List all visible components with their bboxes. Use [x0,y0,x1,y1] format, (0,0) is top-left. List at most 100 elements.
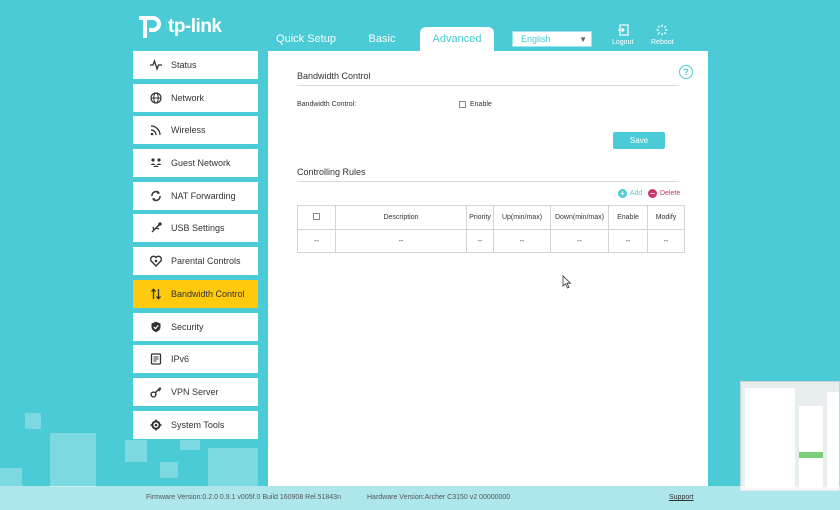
section-divider [297,85,679,86]
decor-square [25,413,41,429]
sidebar-item-label: NAT Forwarding [171,190,236,201]
delete-button[interactable]: − Delete [648,189,680,198]
guest-icon [149,156,163,170]
table-cell: -- [550,229,609,253]
section-title-controlling-rules: Controlling Rules [297,167,366,177]
wifi-icon [149,123,163,137]
tab-basic[interactable]: Basic [344,27,420,51]
globe-icon [149,91,163,105]
support-link[interactable]: Support [669,494,694,501]
table-cell: -- [493,229,551,253]
sidebar-item-security[interactable]: Security [133,312,258,341]
ipv6-icon [149,352,163,366]
col-description: Description [335,205,467,230]
table-cell: -- [647,229,685,253]
reboot-label: Reboot [651,39,674,46]
tplink-logo-icon [133,12,163,42]
usb-icon [149,221,163,235]
tab-quick-setup[interactable]: Quick Setup [268,27,344,51]
reboot-button[interactable]: Reboot [651,24,674,46]
pulse-icon [149,58,163,72]
thumbnail-panel [799,406,823,488]
sidebar-item-label: IPv6 [171,354,190,365]
logo-text: tp-link [168,16,222,37]
add-button[interactable]: + Add [618,189,642,198]
sidebar-item-label: Security [171,321,204,332]
select-all-checkbox[interactable] [313,213,320,220]
section-divider [297,181,679,182]
window-thumbnail [740,381,840,491]
logout-label: Logout [612,39,634,46]
delete-label: Delete [660,190,681,197]
main-tabs: Quick Setup Basic Advanced [268,27,494,51]
sidebar-item-label: USB Settings [171,223,225,234]
col-up: Up(min/max) [493,205,551,230]
minus-icon: − [648,189,657,198]
sidebar-item-label: Wireless [171,125,206,136]
hardware-version: Hardware Version:Archer C3150 v2 0000000… [367,494,511,501]
table-cell: -- [466,229,494,253]
enable-checkbox[interactable] [459,101,466,108]
sidebar-item-label: Network [171,92,205,103]
logout-button[interactable]: Logout [612,24,633,46]
mouse-cursor-icon [562,275,572,289]
bandwidth-control-label: Bandwidth Control: [297,101,357,108]
enable-checkbox-wrap[interactable]: Enable [459,101,492,108]
sidebar-item-label: Guest Network [171,158,231,169]
nat-icon [149,189,163,203]
sidebar-item-vpn-server[interactable]: VPN Server [133,377,258,406]
sidebar-item-bandwidth-control[interactable]: Bandwidth Control [133,279,258,308]
sidebar-item-wireless[interactable]: Wireless [133,116,258,145]
col-enable: Enable [608,205,648,230]
gear-icon [149,418,163,432]
sidebar-item-label: Status [171,60,197,70]
reboot-icon [656,24,668,36]
table-cell: -- [297,229,336,253]
enable-label: Enable [470,101,492,108]
shield-icon [149,320,163,334]
rules-table: Description Priority Up(min/max) Down(mi… [297,205,685,253]
sidebar-item-label: Parental Controls [171,256,241,267]
sidebar-item-usb-settings[interactable]: USB Settings [133,214,258,243]
key-icon [149,385,163,399]
decor-square [0,468,22,486]
sidebar-item-label: VPN Server [171,386,219,397]
table-cell: -- [608,229,648,253]
help-icon[interactable]: ? [679,65,693,79]
heart-icon [149,254,163,268]
tab-advanced[interactable]: Advanced [420,27,494,51]
thumbnail-strip [799,452,823,458]
decor-square [160,462,178,478]
save-button[interactable]: Save [613,132,665,149]
sidebar-item-parental-controls[interactable]: Parental Controls [133,247,258,276]
table-row: -- -- -- -- -- -- -- [297,229,685,253]
sidebar-item-system-tools[interactable]: System Tools [133,410,258,439]
footer: Firmware Version:0.2.0 0.9.1 v005f.0 Bui… [0,486,840,510]
sidebar-item-network[interactable]: Network [133,83,258,112]
language-select[interactable]: English ▼ [512,31,592,47]
decor-square [208,448,258,486]
updown-arrows-icon [149,287,163,301]
sidebar-item-guest-network[interactable]: Guest Network [133,149,258,178]
sidebar-item-label: System Tools [171,419,225,430]
tplink-logo: tp-link [133,12,222,42]
plus-icon: + [618,189,627,198]
chevron-down-icon: ▼ [579,34,587,44]
select-all-cell [297,205,336,230]
section-title-bandwidth-control: Bandwidth Control [297,71,371,81]
col-priority: Priority [466,205,494,230]
decor-square [50,433,96,487]
language-value: English [521,34,551,44]
thumbnail-panel [745,388,795,488]
col-down: Down(min/max) [550,205,609,230]
sidebar-item-nat-forwarding[interactable]: NAT Forwarding [133,181,258,210]
sidebar: Status Network Wireless Guest Network NA… [133,51,258,443]
decor-square [125,440,147,462]
table-cell: -- [335,229,467,253]
thumbnail-panel [827,392,839,488]
sidebar-item-ipv6[interactable]: IPv6 [133,345,258,374]
sidebar-item-label: Bandwidth Control [171,288,245,299]
col-modify: Modify [647,205,685,230]
sidebar-item-status[interactable]: Status [133,51,258,79]
firmware-version: Firmware Version:0.2.0 0.9.1 v005f.0 Bui… [146,494,341,501]
